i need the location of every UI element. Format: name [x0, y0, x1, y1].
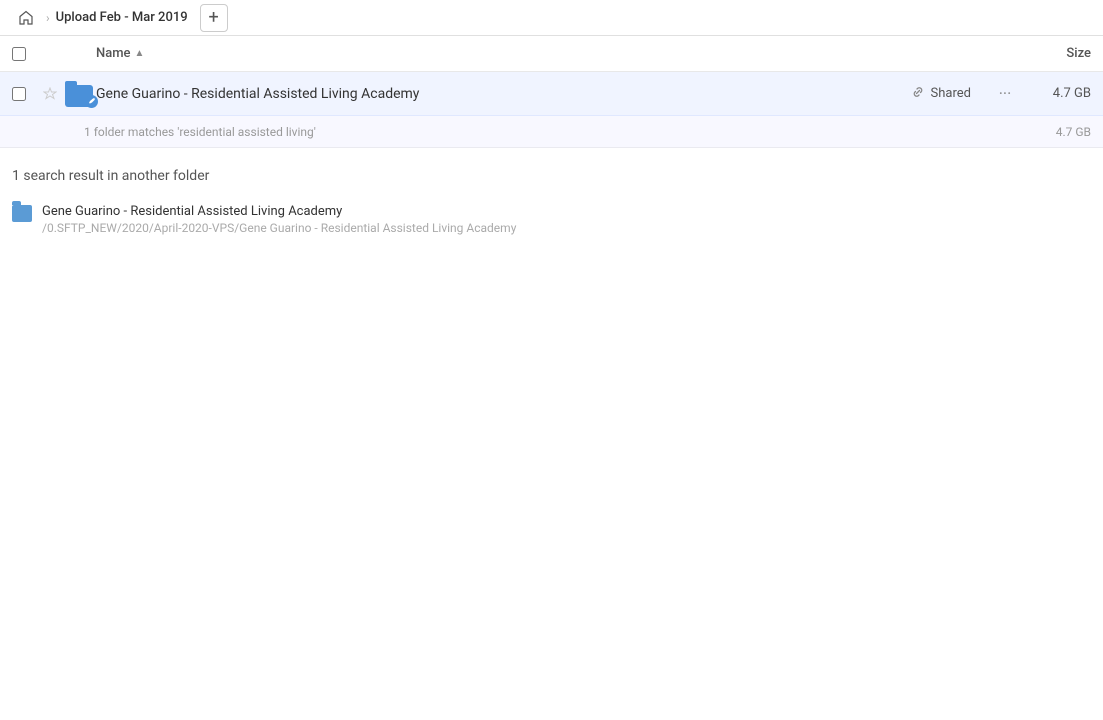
breadcrumb-separator: › — [46, 11, 50, 25]
row-checkbox[interactable] — [12, 87, 26, 101]
select-all-checkbox[interactable] — [12, 47, 26, 61]
search-result-section: 1 search result in another folder Gene G… — [0, 148, 1103, 251]
name-column-label: Name — [96, 46, 131, 61]
folder-icon — [64, 81, 96, 107]
sort-arrow-icon: ▲ — [135, 48, 145, 59]
search-result-path: /0.SFTP_NEW/2020/April-2020-VPS/Gene Gua… — [42, 221, 516, 235]
list-item[interactable]: Gene Guarino - Residential Assisted Livi… — [12, 198, 1091, 241]
home-button[interactable] — [12, 4, 40, 32]
match-info-text: 1 folder matches 'residential assisted l… — [84, 125, 316, 139]
link-icon — [911, 85, 925, 103]
folder-small-icon — [12, 205, 32, 222]
header-bar: › Upload Feb - Mar 2019 + — [0, 0, 1103, 36]
file-name: Gene Guarino - Residential Assisted Livi… — [96, 86, 911, 102]
select-all-checkbox-area[interactable] — [12, 47, 36, 61]
row-checkbox-area[interactable] — [12, 87, 36, 101]
search-result-name: Gene Guarino - Residential Assisted Livi… — [42, 204, 516, 219]
match-info-size: 4.7 GB — [1056, 125, 1091, 139]
shared-label: Shared — [931, 86, 971, 101]
size-column-header[interactable]: Size — [1011, 46, 1091, 61]
column-headers: Name ▲ Size — [0, 36, 1103, 72]
search-result-heading: 1 search result in another folder — [12, 168, 1091, 184]
search-result-info: Gene Guarino - Residential Assisted Livi… — [42, 204, 516, 235]
file-size: 4.7 GB — [1031, 86, 1091, 101]
name-column-header[interactable]: Name ▲ — [96, 46, 1011, 61]
breadcrumb-title: Upload Feb - Mar 2019 — [56, 10, 188, 25]
match-info-row: 1 folder matches 'residential assisted l… — [0, 116, 1103, 148]
ellipsis-icon: ··· — [999, 84, 1012, 103]
file-row[interactable]: Gene Guarino - Residential Assisted Livi… — [0, 72, 1103, 116]
more-options-button[interactable]: ··· — [991, 80, 1019, 108]
add-button[interactable]: + — [200, 4, 228, 32]
star-button[interactable] — [36, 87, 64, 101]
shared-area: Shared — [911, 85, 971, 103]
